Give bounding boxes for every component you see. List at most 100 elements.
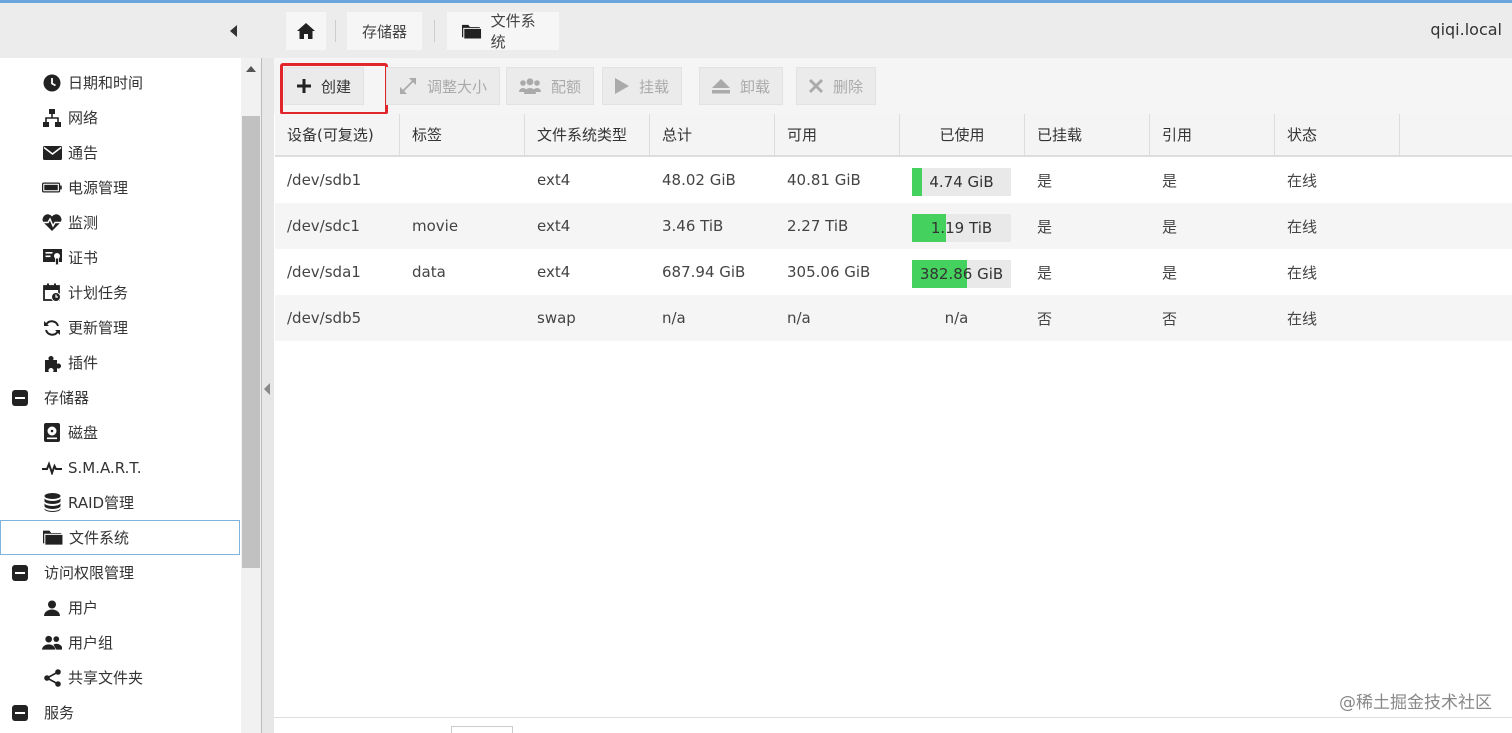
certificate-icon — [42, 248, 62, 268]
sidebar-item-disks[interactable]: 磁盘 — [0, 415, 240, 450]
cell-referenced: 是 — [1162, 171, 1178, 190]
breadcrumb-separator — [335, 20, 336, 42]
usage-bar-text: 382.86 GiB — [919, 265, 1004, 283]
table-row[interactable]: /dev/sdc1 movie ext4 3.46 TiB 2.27 TiB 1… — [275, 203, 1512, 249]
column-header-label[interactable]: 标签 — [400, 114, 525, 155]
sidebar-item-update[interactable]: 更新管理 — [0, 310, 240, 345]
sidebar-item-filesystem[interactable]: 文件系统 — [0, 520, 240, 555]
sidebar-item-label: 通告 — [68, 144, 99, 162]
collapse-arrow-icon[interactable] — [264, 383, 270, 395]
sidebar-item-certificate[interactable]: 证书 — [0, 240, 240, 275]
sidebar-item-smart[interactable]: S.M.A.R.T. — [0, 450, 240, 485]
column-header-available[interactable]: 可用 — [775, 114, 900, 155]
sidebar-group-services[interactable]: 服务 — [0, 695, 240, 730]
sidebar-item-label: 计划任务 — [68, 284, 129, 302]
scrollbar-thumb[interactable] — [242, 116, 260, 568]
cell-type: ext4 — [537, 171, 571, 189]
column-header-status[interactable]: 状态 — [1275, 114, 1400, 155]
breadcrumb-storage[interactable]: 存储器 — [347, 12, 422, 50]
cell-referenced: 是 — [1162, 217, 1178, 236]
sidebar-item-users[interactable]: 用户 — [0, 590, 240, 625]
user-icon — [42, 598, 62, 618]
table-body: /dev/sdb1 ext4 48.02 GiB 40.81 GiB 4.74 … — [275, 157, 1512, 341]
sidebar-item-groups[interactable]: 用户组 — [0, 625, 240, 660]
breadcrumb-home[interactable] — [286, 12, 326, 50]
column-header-referenced[interactable]: 引用 — [1150, 114, 1275, 155]
cell-status: 在线 — [1287, 309, 1318, 328]
breadcrumb-filesystem-label: 文件系统 — [490, 12, 536, 51]
clock-icon — [42, 73, 62, 93]
sidebar-item-network[interactable]: 网络 — [0, 100, 240, 135]
table-row[interactable]: /dev/sdb5 swap n/a n/a n/a 否 否 在线 — [275, 295, 1512, 341]
cell-used: 1.19 TiB — [900, 203, 1025, 249]
sidebar-item-monitoring[interactable]: 监测 — [0, 205, 240, 240]
cell-mounted: 否 — [1037, 309, 1053, 328]
sidebar-group-label: 访问权限管理 — [44, 564, 135, 582]
create-button-label: 创建 — [321, 77, 352, 96]
resize-button[interactable]: 调整大小 — [386, 67, 501, 105]
sidebar-item-label: S.M.A.R.T. — [68, 458, 142, 477]
sidebar-group-storage[interactable]: 存储器 — [0, 380, 240, 415]
cell-available: 40.81 GiB — [787, 171, 861, 189]
cell-mounted: 是 — [1037, 217, 1053, 236]
sidebar-item-label: 网络 — [68, 109, 99, 127]
quota-button[interactable]: 配额 — [506, 67, 595, 105]
cell-device: /dev/sdb5 — [287, 309, 362, 327]
cell-device: /dev/sdb1 — [287, 171, 362, 189]
sidebar-collapse-button[interactable] — [226, 21, 242, 41]
column-header-mounted[interactable]: 已挂载 — [1025, 114, 1150, 155]
column-header-used[interactable]: 已使用 — [900, 114, 1025, 155]
sidebar-item-raid[interactable]: RAID管理 — [0, 485, 240, 520]
share-icon — [42, 668, 62, 688]
cell-total: 687.94 GiB — [662, 263, 746, 281]
scroll-up-arrow-icon[interactable] — [246, 66, 256, 72]
table-header: 设备(可复选) 标签 文件系统类型 总计 可用 已使用 已挂载 引用 状态 — [275, 114, 1512, 157]
cell-label — [400, 157, 525, 203]
sidebar-item-power[interactable]: 电源管理 — [0, 170, 240, 205]
sidebar-item-label: 电源管理 — [68, 179, 129, 197]
sidebar-scrollbar[interactable] — [241, 58, 261, 733]
database-icon — [42, 493, 62, 513]
sidebar-group-access-rights[interactable]: 访问权限管理 — [0, 555, 240, 590]
cell-type: ext4 — [537, 263, 571, 281]
unmount-button[interactable]: 卸载 — [699, 67, 784, 105]
resize-button-label: 调整大小 — [427, 77, 488, 96]
sidebar-item-label: 用户 — [68, 599, 99, 617]
panel-splitter[interactable] — [262, 58, 274, 733]
sidebar-item-label: 更新管理 — [68, 319, 129, 337]
page-input[interactable] — [451, 726, 513, 733]
sidebar-item-plugins[interactable]: 插件 — [0, 345, 240, 380]
column-header-type[interactable]: 文件系统类型 — [525, 114, 650, 155]
sidebar-item-scheduled-tasks[interactable]: 计划任务 — [0, 275, 240, 310]
sidebar-item-label: 证书 — [68, 249, 99, 267]
sidebar-item-shared-folders[interactable]: 共享文件夹 — [0, 660, 240, 695]
cell-status: 在线 — [1287, 263, 1318, 282]
cell-mounted: 是 — [1037, 171, 1053, 190]
table-row[interactable]: /dev/sdb1 ext4 48.02 GiB 40.81 GiB 4.74 … — [275, 157, 1512, 203]
puzzle-icon — [42, 353, 62, 373]
sidebar-item-notification[interactable]: 通告 — [0, 135, 240, 170]
close-icon — [809, 79, 823, 93]
usage-bar: 1.19 TiB — [912, 214, 1011, 242]
plus-icon — [297, 79, 311, 93]
breadcrumb-filesystem[interactable]: 文件系统 — [447, 12, 559, 51]
cell-status: 在线 — [1287, 171, 1318, 190]
sidebar-item-datetime[interactable]: 日期和时间 — [0, 65, 240, 100]
sidebar-item-label: 磁盘 — [68, 424, 99, 442]
column-header-device[interactable]: 设备(可复选) — [275, 114, 400, 155]
cell-mounted: 是 — [1037, 263, 1053, 282]
mount-button[interactable]: 挂载 — [602, 67, 683, 105]
folder-icon — [462, 24, 482, 40]
create-button[interactable]: 创建 — [280, 63, 388, 115]
sidebar-item-label: RAID管理 — [68, 494, 135, 512]
delete-button[interactable]: 删除 — [796, 67, 877, 105]
hostname: qiqi.local — [1430, 20, 1502, 39]
cell-referenced: 是 — [1162, 263, 1178, 282]
table-row[interactable]: /dev/sda1 data ext4 687.94 GiB 305.06 Gi… — [275, 249, 1512, 295]
usage-bar: 382.86 GiB — [912, 260, 1011, 288]
sidebar-item-label: 用户组 — [68, 634, 114, 652]
envelope-icon — [42, 143, 62, 163]
battery-icon — [42, 178, 62, 198]
filesystem-table: 设备(可复选) 标签 文件系统类型 总计 可用 已使用 已挂载 引用 状态 /d… — [275, 114, 1512, 341]
column-header-total[interactable]: 总计 — [650, 114, 775, 155]
